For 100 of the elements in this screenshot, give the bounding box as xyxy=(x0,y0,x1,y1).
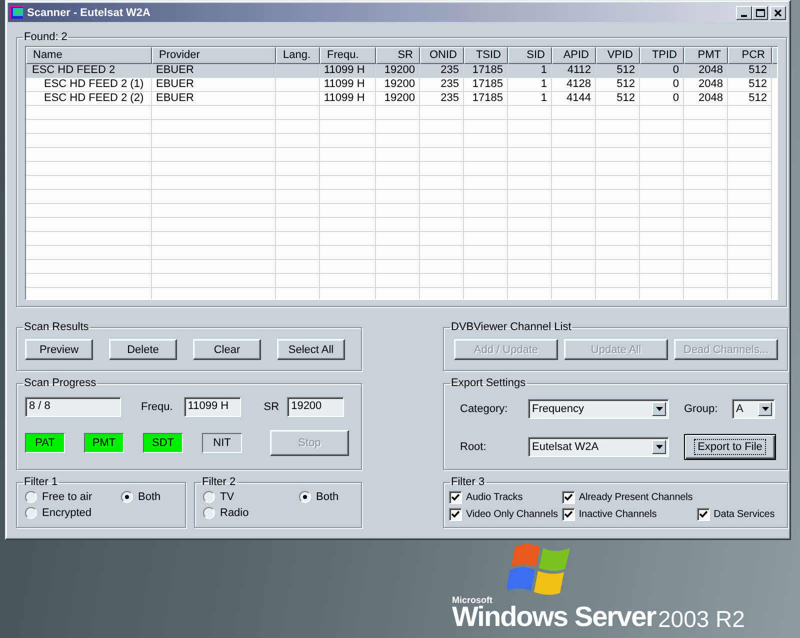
table-cell: 11099 H xyxy=(320,92,376,106)
table-cell: 17185 xyxy=(464,64,508,78)
field-label: Category: xyxy=(460,403,509,415)
close-icon xyxy=(774,8,782,16)
checkbox-label: Inactive Channels xyxy=(578,509,657,520)
radio-button[interactable] xyxy=(121,491,133,503)
table-cell: 512 xyxy=(728,92,772,106)
column-header[interactable]: APID xyxy=(552,47,596,64)
table-row[interactable]: ESC HD FEED 2 (2) EBUER 11099 H 19200 235 17185 1 4144 512 0 2048 512 xyxy=(26,92,777,106)
status-indicator: NIT xyxy=(202,433,242,453)
column-header[interactable]: TSID xyxy=(464,47,508,64)
table-cell: ESC HD FEED 2 (2) xyxy=(26,92,152,106)
table-cell: 235 xyxy=(420,78,464,92)
table-cell: 19200 xyxy=(376,92,420,106)
minimize-icon xyxy=(741,14,747,16)
table-row[interactable]: ESC HD FEED 2 (1) EBUER 11099 H 19200 235 17185 1 4128 512 0 2048 512 xyxy=(26,78,777,92)
status-indicator: SDT xyxy=(143,433,183,453)
checkbox-label: Data Services xyxy=(714,509,775,520)
close-button[interactable] xyxy=(770,6,786,20)
column-header[interactable]: Frequ. xyxy=(320,47,376,64)
field-label: Root: xyxy=(460,441,488,453)
table-cell: 17185 xyxy=(464,78,508,92)
table-cell: 11099 H xyxy=(320,64,376,78)
action-button[interactable]: Preview xyxy=(25,339,93,360)
checkbox[interactable] xyxy=(696,508,710,521)
column-header[interactable]: PCR xyxy=(728,47,772,64)
table-cell: 11099 H xyxy=(320,78,376,92)
window-title: Scanner - Eutelsat W2A xyxy=(27,6,152,18)
column-header[interactable]: Provider xyxy=(152,47,276,64)
table-cell: 235 xyxy=(420,64,464,78)
table-cell: 4112 xyxy=(552,64,596,78)
column-header[interactable]: PMT xyxy=(684,47,728,64)
table-cell: 512 xyxy=(596,78,640,92)
column-header[interactable]: TPID xyxy=(640,47,684,64)
table-cell: EBUER xyxy=(152,92,276,106)
radio-button[interactable] xyxy=(299,491,311,503)
maximize-icon xyxy=(756,8,764,16)
status-indicator: PMT xyxy=(84,433,124,453)
checkbox-label: Audio Tracks xyxy=(466,492,523,503)
table-cell: 0 xyxy=(640,78,684,92)
column-header[interactable]: SID xyxy=(508,47,552,64)
table-cell: 0 xyxy=(640,64,684,78)
checkbox[interactable] xyxy=(449,491,462,504)
radio-button[interactable] xyxy=(203,507,215,519)
column-header[interactable]: VPID xyxy=(596,47,640,64)
minimize-button[interactable] xyxy=(736,6,752,20)
dropdown-arrow-icon xyxy=(656,407,662,411)
group-title: Scan Results xyxy=(23,321,90,333)
export-button[interactable]: Export to File xyxy=(684,434,776,460)
group-title: Filter 3 xyxy=(450,476,486,488)
radio-label: TV xyxy=(220,491,234,503)
checkbox-label: Already Present Channels xyxy=(578,492,693,503)
column-header[interactable]: ONID xyxy=(420,47,464,64)
table-cell: 19200 xyxy=(376,64,420,78)
table-cell: 2048 xyxy=(684,78,728,92)
checkbox[interactable] xyxy=(449,508,462,521)
radio-button[interactable] xyxy=(25,491,37,503)
group-title: Filter 1 xyxy=(23,476,59,488)
table-cell: 512 xyxy=(728,78,772,92)
table-cell: 1 xyxy=(508,78,552,92)
radio-button[interactable] xyxy=(203,491,215,503)
category-dropdown[interactable]: Frequency xyxy=(528,399,669,419)
field-label: Frequ. xyxy=(141,401,173,413)
app-icon xyxy=(10,6,24,20)
checkbox[interactable] xyxy=(562,508,575,521)
column-header[interactable]: Lang. xyxy=(276,47,320,64)
status-indicator: PAT xyxy=(25,433,65,453)
dropdown-arrow-icon xyxy=(762,407,768,411)
table-cell: 1 xyxy=(508,64,552,78)
table-row[interactable]: ESC HD FEED 2 EBUER 11099 H 19200 235 17185 1 4112 512 0 2048 512 xyxy=(26,64,777,78)
radio-button[interactable] xyxy=(25,507,37,519)
group-dropdown[interactable]: A xyxy=(732,399,775,419)
group-title: Scan Progress xyxy=(23,377,98,389)
column-header[interactable]: Name xyxy=(26,47,152,64)
group-title: Filter 2 xyxy=(201,476,237,488)
table-cell: 0 xyxy=(640,92,684,106)
action-button[interactable]: Select All xyxy=(277,339,345,360)
checkbox[interactable] xyxy=(562,491,575,504)
table-cell: 512 xyxy=(728,64,772,78)
table-cell: 1 xyxy=(508,92,552,106)
maximize-button[interactable] xyxy=(752,6,768,20)
brand-text: Microsoft xyxy=(452,595,492,605)
root-dropdown[interactable]: Eutelsat W2A xyxy=(528,437,669,457)
radio-label: Both xyxy=(316,491,339,503)
table-cell: 2048 xyxy=(684,64,728,78)
action-button[interactable]: Delete xyxy=(109,339,177,360)
dropdown-arrow-icon xyxy=(656,445,662,449)
table-cell: 512 xyxy=(596,92,640,106)
checkbox-label: Video Only Channels xyxy=(466,509,558,520)
progress-field: 8 / 8 xyxy=(25,397,121,417)
action-button[interactable]: Clear xyxy=(193,339,261,360)
table-cell: 4128 xyxy=(552,78,596,92)
symbol-rate-field: 19200 xyxy=(287,397,344,417)
group-title: Found: 2 xyxy=(23,31,68,43)
radio-label: Encrypted xyxy=(42,507,92,519)
field-label: Group: xyxy=(684,403,719,415)
table-cell: ESC HD FEED 2 (1) xyxy=(26,78,152,92)
product-name: Windows Server xyxy=(452,602,656,632)
column-header[interactable]: SR xyxy=(376,47,420,64)
group-title: Export Settings xyxy=(450,377,527,389)
